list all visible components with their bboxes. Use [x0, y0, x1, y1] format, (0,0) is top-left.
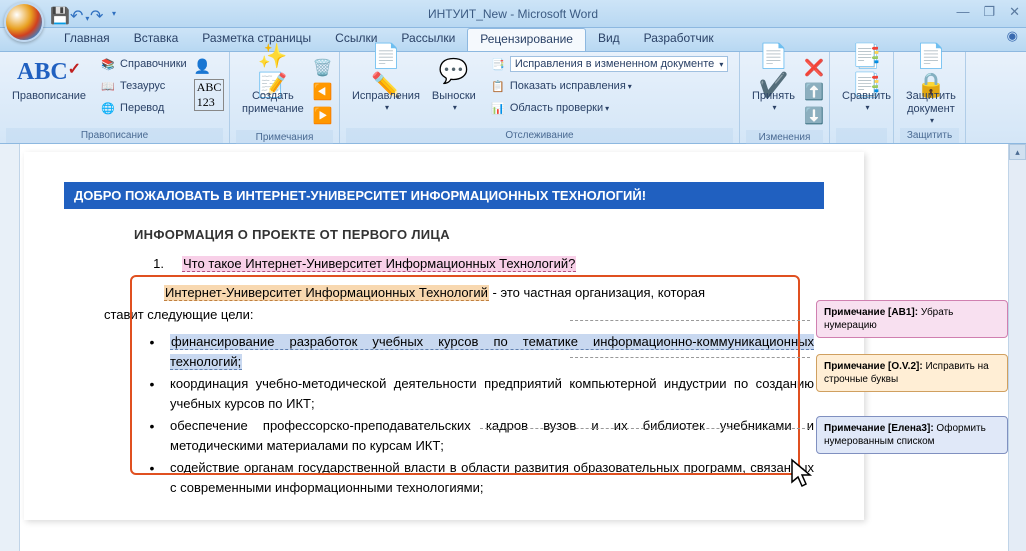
comment-balloon-1[interactable]: Примечание [AB1]: Убрать нумерацию	[816, 300, 1008, 338]
maximize-button[interactable]: ❐	[983, 4, 995, 20]
highlighted-text-3: финансирование разработок учебных курсов…	[170, 334, 814, 370]
thesaurus-icon: 📖	[100, 78, 116, 94]
section-heading: ИНФОРМАЦИЯ О ПРОЕКТЕ ОТ ПЕРВОГО ЛИЦА	[134, 227, 814, 242]
translate-icon: 🌐	[100, 100, 116, 116]
track-label: Исправления	[352, 90, 420, 103]
accept-label: Принять	[752, 90, 795, 103]
comment-connector	[480, 428, 810, 429]
translate-button[interactable]: 🌐Перевод	[96, 98, 191, 118]
comment-connector	[570, 320, 810, 321]
research-icon: 📚	[100, 56, 116, 72]
comment-label: Примечание [O.V.2]:	[824, 361, 923, 372]
tab-home[interactable]: Главная	[52, 28, 122, 51]
tab-dev[interactable]: Разработчик	[632, 28, 726, 51]
comment-connector	[570, 357, 810, 358]
qat-more-icon[interactable]: ▾	[112, 9, 116, 18]
document-page[interactable]: ДОБРО ПОЖАЛОВАТЬ В ИНТЕРНЕТ-УНИВЕРСИТЕТ …	[24, 152, 864, 520]
save-icon[interactable]: 💾	[50, 6, 66, 22]
thesaurus-button[interactable]: 📖Тезаурус	[96, 76, 191, 96]
track-changes-button[interactable]: 📄✏️ Исправления ▾	[346, 54, 426, 115]
paragraph-text: - это частная организация, которая	[489, 285, 705, 300]
bullet-text: содействие органам государственной власт…	[170, 458, 814, 497]
scroll-up-icon[interactable]: ▴	[1009, 144, 1026, 160]
prev-comment-icon[interactable]: ◀️	[313, 82, 333, 102]
paragraph-cont: ставит следующие цели:	[104, 305, 814, 325]
highlighted-text-1: Что такое Интернет-Университет Информаци…	[182, 256, 576, 272]
tab-insert[interactable]: Вставка	[122, 28, 191, 51]
bullet: •	[134, 458, 170, 497]
group-proofing-label: Правописание	[6, 128, 223, 143]
group-tracking-label: Отслеживание	[346, 128, 733, 143]
bullet: •	[134, 332, 170, 371]
comment-balloon-2[interactable]: Примечание [O.V.2]: Исправить на строчны…	[816, 354, 1008, 392]
comment-label: Примечание [AB1]:	[824, 307, 918, 318]
pane-icon: 📊	[490, 100, 506, 116]
tab-review[interactable]: Рецензирование	[467, 28, 586, 51]
language-icon[interactable]: 👤	[194, 58, 225, 75]
undo-icon[interactable]: ↶▾	[70, 6, 86, 22]
next-change-icon[interactable]: ⬇️	[804, 106, 824, 126]
delete-comment-icon[interactable]: 🗑️	[313, 58, 333, 78]
accept-button[interactable]: 📄✔️ Принять ▾	[746, 54, 801, 115]
compare-icon: 📑📑	[851, 56, 883, 88]
help-icon[interactable]: ◉	[1007, 28, 1018, 44]
new-comment-label: Создать примечание	[242, 90, 304, 116]
vertical-scrollbar[interactable]: ▴	[1008, 144, 1026, 551]
spelling-button[interactable]: ABC✓ Правописание	[6, 54, 92, 105]
protect-icon: 📄🔒	[915, 56, 947, 88]
next-comment-icon[interactable]: ▶️	[313, 106, 333, 126]
redo-icon[interactable]: ↷	[90, 6, 106, 22]
display-icon: 📑	[490, 56, 506, 72]
balloons-icon: 💬	[438, 56, 470, 88]
group-changes-label: Изменения	[746, 130, 823, 145]
show-markup-icon: 📋	[490, 78, 506, 94]
show-markup-button[interactable]: 📋Показать исправления▾	[486, 76, 733, 96]
accept-icon: 📄✔️	[757, 56, 789, 88]
track-icon: 📄✏️	[370, 56, 402, 88]
close-button[interactable]: ✕	[1009, 4, 1020, 20]
balloons-button[interactable]: 💬 Выноски ▾	[426, 54, 482, 115]
spelling-label: Правописание	[12, 90, 86, 103]
research-button[interactable]: 📚Справочники	[96, 54, 191, 74]
group-compare-label	[836, 128, 887, 143]
window-title: ИНТУИТ_New - Microsoft Word	[428, 7, 598, 21]
tab-view[interactable]: Вид	[586, 28, 632, 51]
spelling-icon: ABC✓	[33, 56, 65, 88]
list-number: 1.	[134, 256, 164, 271]
prev-change-icon[interactable]: ⬆️	[804, 82, 824, 102]
bullet-text: обеспечение профессорско-преподавательск…	[170, 416, 814, 455]
compare-label: Сравнить	[842, 90, 891, 103]
new-comment-icon: ✨📝	[257, 56, 289, 88]
group-protect-label: Защитить	[900, 128, 959, 143]
reject-icon[interactable]: ❌	[804, 58, 824, 78]
protect-label: Защитить документ	[906, 90, 956, 116]
minimize-button[interactable]: —	[956, 4, 969, 20]
new-comment-button[interactable]: ✨📝 Создать примечание	[236, 54, 310, 118]
display-mode-select[interactable]: 📑Исправления в измененном документе ▾	[486, 54, 733, 74]
comment-label: Примечание [Елена3]:	[824, 423, 934, 434]
bullet: •	[134, 416, 170, 455]
reviewing-pane-button[interactable]: 📊Область проверки▾	[486, 98, 733, 118]
banner-heading: ДОБРО ПОЖАЛОВАТЬ В ИНТЕРНЕТ-УНИВЕРСИТЕТ …	[64, 182, 824, 209]
bullet: •	[134, 374, 170, 413]
office-button[interactable]	[4, 2, 44, 42]
bullet-text: координация учебно-методической деятельн…	[170, 374, 814, 413]
group-comments-label: Примечания	[236, 130, 333, 145]
highlighted-text-2: Интернет-Университет Информационных Техн…	[164, 285, 489, 301]
protect-button[interactable]: 📄🔒 Защитить документ ▾	[900, 54, 962, 128]
comment-balloon-3[interactable]: Примечание [Елена3]: Оформить нумерованн…	[816, 416, 1008, 454]
vertical-ruler	[0, 144, 20, 551]
compare-button[interactable]: 📑📑 Сравнить ▾	[836, 54, 897, 115]
balloons-label: Выноски	[432, 90, 476, 103]
wordcount-icon[interactable]: ABC123	[194, 79, 225, 111]
